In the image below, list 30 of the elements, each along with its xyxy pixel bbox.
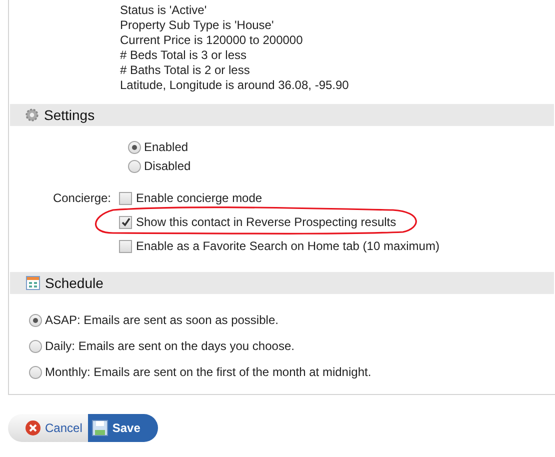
radio-button[interactable] (29, 314, 42, 326)
criteria-line: Status is 'Active' (120, 3, 208, 18)
criteria-line: Latitude, Longitude is around 36.08, -95.90 (120, 78, 350, 93)
section-title: Settings (44, 106, 95, 125)
section-title: Schedule (45, 274, 104, 292)
radio-button[interactable] (29, 340, 42, 352)
radio-label: Disabled (144, 158, 191, 175)
radio-button[interactable] (29, 366, 42, 378)
radio-label: ASAP: Emails are sent as soon as possible. (45, 312, 278, 329)
criteria-line: # Baths Total is 2 or less (120, 63, 251, 78)
calendar-icon (26, 276, 40, 290)
checkbox-label: Enable as a Favorite Search on Home tab (10 maximum) (136, 238, 440, 255)
checkbox-label: Show this contact in Reverse Prospecting results (136, 214, 396, 231)
radio-label: Daily: Emails are sent on the days you choose. (45, 338, 294, 355)
checkbox[interactable] (119, 192, 132, 204)
concierge-label: Concierge: (52, 190, 112, 207)
checkbox-label: Enable concierge mode (136, 190, 262, 207)
gear-icon (25, 108, 39, 122)
checkbox[interactable] (119, 240, 132, 252)
radio-label: Enabled (144, 139, 188, 156)
checkbox[interactable] (119, 216, 132, 228)
radio-button[interactable] (128, 140, 141, 154)
cancel-button[interactable]: Cancel (8, 414, 88, 442)
cancel-icon (25, 420, 41, 436)
radio-button[interactable] (128, 160, 141, 172)
criteria-line: Current Price is 120000 to 200000 (120, 33, 304, 48)
save-button[interactable]: Save (88, 414, 158, 442)
radio-label: Monthly: Emails are sent on the first of the month at midnight. (45, 364, 372, 381)
criteria-line: Property Sub Type is 'House' (120, 18, 275, 33)
criteria-line: # Beds Total is 3 or less (120, 48, 248, 63)
